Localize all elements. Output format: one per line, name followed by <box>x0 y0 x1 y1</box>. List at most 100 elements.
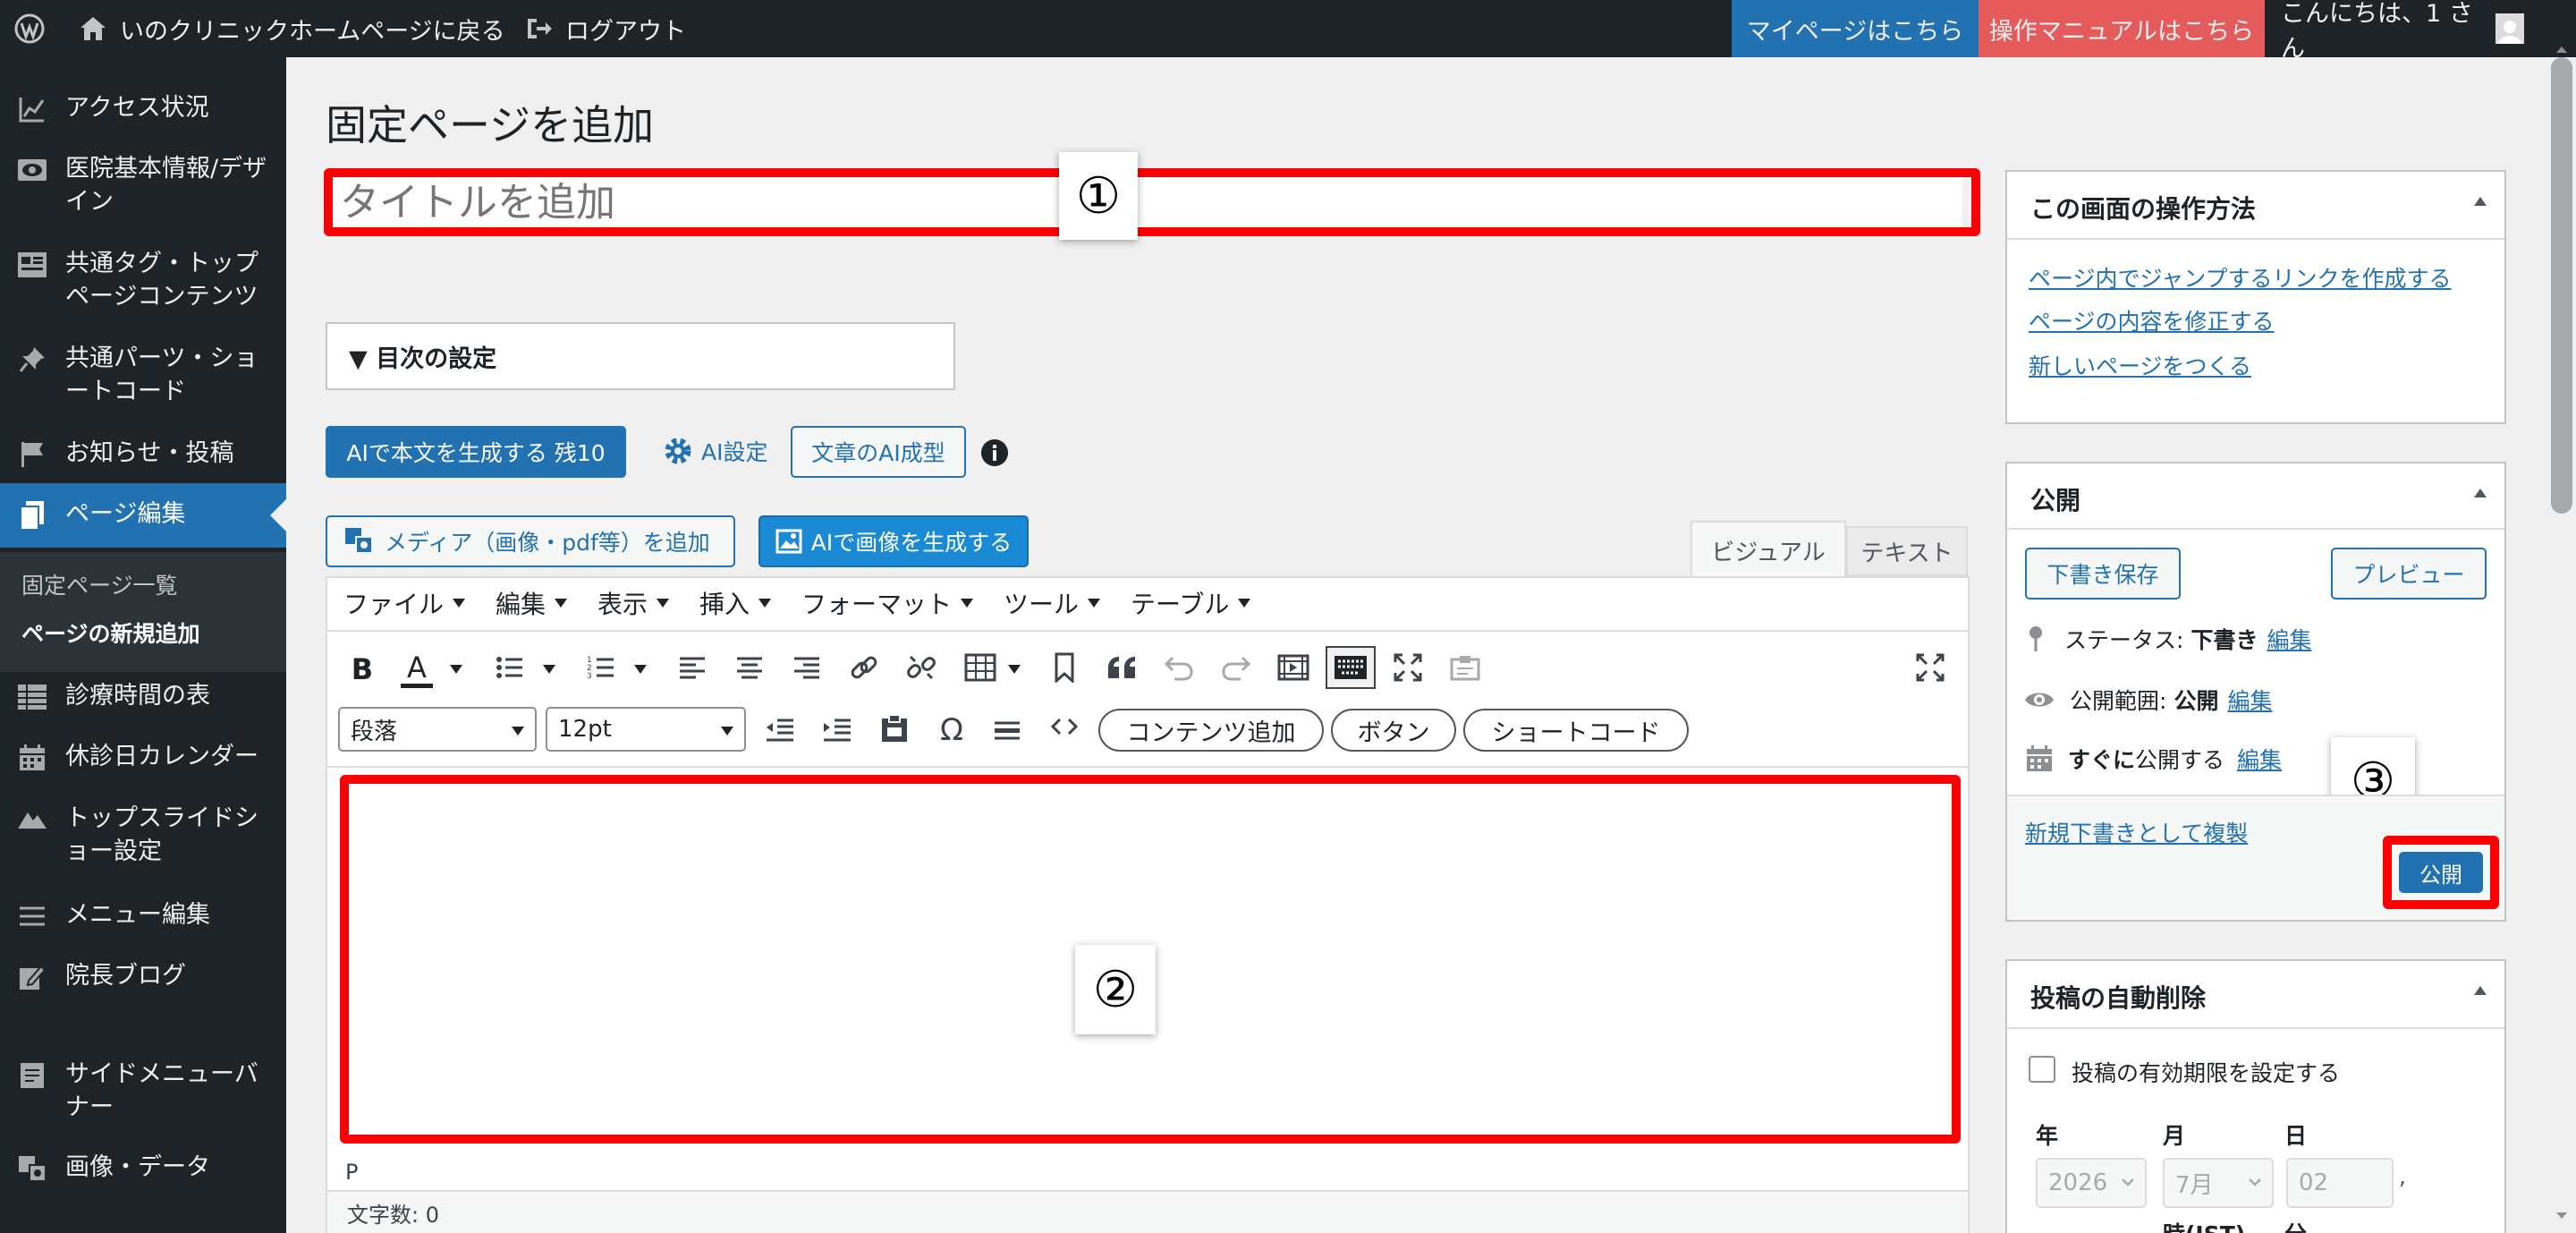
preview-button[interactable]: プレビュー <box>2331 548 2487 599</box>
expire-checkbox[interactable] <box>2029 1056 2055 1083</box>
wordpress-logo-icon[interactable] <box>14 0 50 57</box>
panel-divider <box>2007 238 2504 240</box>
redo-icon[interactable] <box>1218 650 1254 685</box>
caret-down-icon[interactable] <box>449 662 463 676</box>
submenu-item-add-new[interactable]: ページの新規追加 <box>0 616 286 649</box>
ai-settings-link[interactable]: AI設定 <box>662 435 767 467</box>
menu-label: 表示 <box>597 590 648 619</box>
panel-toggle-icon[interactable] <box>2474 489 2487 497</box>
quote-icon[interactable] <box>1104 650 1140 685</box>
logout-link[interactable]: ログアウト <box>524 0 686 57</box>
menu-format[interactable]: フォーマット <box>801 585 974 621</box>
paste-text-icon[interactable] <box>1447 650 1483 685</box>
caret-down-icon <box>961 599 974 608</box>
menu-tools[interactable]: ツール <box>1004 585 1101 621</box>
schedule-edit-link[interactable]: 編集 <box>2237 743 2282 775</box>
publish-button[interactable]: 公開 <box>2399 852 2483 893</box>
month-select[interactable]: 7月 <box>2163 1158 2274 1208</box>
save-draft-button[interactable]: 下書き保存 <box>2025 548 2181 599</box>
align-right-icon[interactable] <box>791 651 823 684</box>
help-link-new[interactable]: 新しいページをつくる <box>2029 349 2251 381</box>
text-color-icon[interactable]: A <box>397 646 436 693</box>
indent-icon[interactable] <box>819 712 855 748</box>
align-left-icon[interactable] <box>676 651 708 684</box>
ai-format-button[interactable]: 文章のAI成型 <box>791 426 966 478</box>
visibility-label: 公開範囲: <box>2070 688 2167 714</box>
table-insert-icon[interactable] <box>962 650 998 685</box>
sidebar-item-label: お知らせ・投稿 <box>65 439 234 467</box>
undo-icon[interactable] <box>1161 650 1197 685</box>
scroll-down-icon[interactable] <box>2551 1204 2572 1226</box>
mypage-button[interactable]: マイページはこちら <box>1732 0 1979 57</box>
add-content-button[interactable]: コンテンツ追加 <box>1098 709 1324 752</box>
status-edit-link[interactable]: 編集 <box>2267 623 2311 655</box>
link-icon[interactable] <box>846 650 882 685</box>
ai-generate-button[interactable]: AIで本文を生成する 残10 <box>326 426 626 478</box>
visibility-edit-link[interactable]: 編集 <box>2227 684 2272 716</box>
status-value: 下書き <box>2190 627 2258 653</box>
toc-settings-toggle[interactable]: ▼ 目次の設定 <box>326 322 955 390</box>
button-insert-button[interactable]: ボタン <box>1331 709 1456 752</box>
caret-down-icon[interactable] <box>542 662 556 676</box>
bullet-list-icon[interactable] <box>494 651 526 684</box>
keyboard-toggle-icon[interactable] <box>1326 646 1376 689</box>
layout-icon <box>14 247 50 283</box>
unlink-icon[interactable] <box>903 650 939 685</box>
help-link-edit[interactable]: ページの内容を修正する <box>2029 304 2275 336</box>
outdent-icon[interactable] <box>762 712 798 748</box>
user-greeting[interactable]: こんにちは、1 さん <box>2265 0 2524 63</box>
day-input[interactable]: 02 <box>2286 1158 2394 1208</box>
menu-insert[interactable]: 挿入 <box>699 585 772 621</box>
bookmark-icon[interactable] <box>1048 650 1080 685</box>
paragraph-format-select[interactable]: 段落 <box>338 707 537 752</box>
manual-button[interactable]: 操作マニュアルはこちら <box>1979 0 2265 57</box>
caret-down-icon[interactable] <box>1007 662 1021 676</box>
numbered-list-icon[interactable]: 123 <box>585 651 617 684</box>
mypage-label: マイページはこちら <box>1746 17 1964 46</box>
shortcode-button[interactable]: ショートコード <box>1463 709 1689 752</box>
fullscreen-icon[interactable] <box>1912 650 1948 685</box>
submenu-item-page-list[interactable]: 固定ページ一覧 <box>0 568 286 600</box>
sidebar-submenu: 固定ページ一覧 ページの新規追加 <box>0 552 286 672</box>
chevron-down-icon <box>2120 1170 2136 1194</box>
panel-toggle-icon[interactable] <box>2474 197 2487 206</box>
annotation-1: ① <box>1059 152 1138 240</box>
menu-label: フォーマット <box>801 590 953 619</box>
tab-text[interactable]: テキスト <box>1846 526 1968 576</box>
align-center-icon[interactable] <box>733 651 766 684</box>
menu-file[interactable]: ファイル <box>343 585 466 621</box>
pin-icon <box>2027 625 2045 653</box>
panel-toggle-icon[interactable] <box>2474 986 2487 995</box>
clipboard-icon[interactable] <box>877 710 912 746</box>
distraction-free-icon[interactable] <box>1390 650 1426 685</box>
video-icon[interactable] <box>1275 650 1311 685</box>
horizontal-line-icon[interactable] <box>989 712 1025 748</box>
code-icon[interactable] <box>1046 709 1082 744</box>
home-link[interactable]: いのクリニックホームページに戻る <box>79 0 505 57</box>
table-icon <box>14 679 50 715</box>
bold-icon[interactable]: B <box>347 650 377 689</box>
ai-image-button[interactable]: AIで画像を生成する <box>758 515 1029 567</box>
font-size-select[interactable]: 12pt <box>546 707 746 752</box>
add-media-button[interactable]: メディア（画像・pdf等）を追加 <box>326 515 735 567</box>
scrollbar-thumb[interactable] <box>2551 57 2572 514</box>
year-select[interactable]: 2026 <box>2036 1158 2147 1208</box>
menu-view[interactable]: 表示 <box>597 585 670 621</box>
day-label: 日 <box>2284 1123 2308 1149</box>
panel-divider <box>2007 528 2504 530</box>
special-character-icon[interactable]: Ω <box>934 712 970 748</box>
menu-label: ファイル <box>343 590 445 619</box>
menu-table[interactable]: テーブル <box>1131 585 1251 621</box>
sidebar-item-label: 院長ブログ <box>65 962 186 990</box>
duplicate-draft-link[interactable]: 新規下書きとして複製 <box>2025 816 2248 848</box>
info-icon[interactable] <box>980 438 1009 467</box>
page-title: 固定ページを追加 <box>326 101 655 149</box>
expire-checkbox-label: 投稿の有効期限を設定する <box>2072 1060 2341 1086</box>
sidebar-item-page-edit[interactable]: ページ編集 <box>0 483 286 548</box>
help-link-jump[interactable]: ページ内でジャンプするリンクを作成する <box>2029 261 2452 293</box>
caret-down-icon[interactable] <box>633 662 648 676</box>
tab-visual[interactable]: ビジュアル <box>1690 521 1846 578</box>
media-icon <box>14 1151 50 1186</box>
admin-sidebar: アクセス状況 医院基本情報/デザイン 共通タグ・トップページコンテンツ 共通パー… <box>0 57 286 1233</box>
menu-edit[interactable]: 編集 <box>496 585 568 621</box>
